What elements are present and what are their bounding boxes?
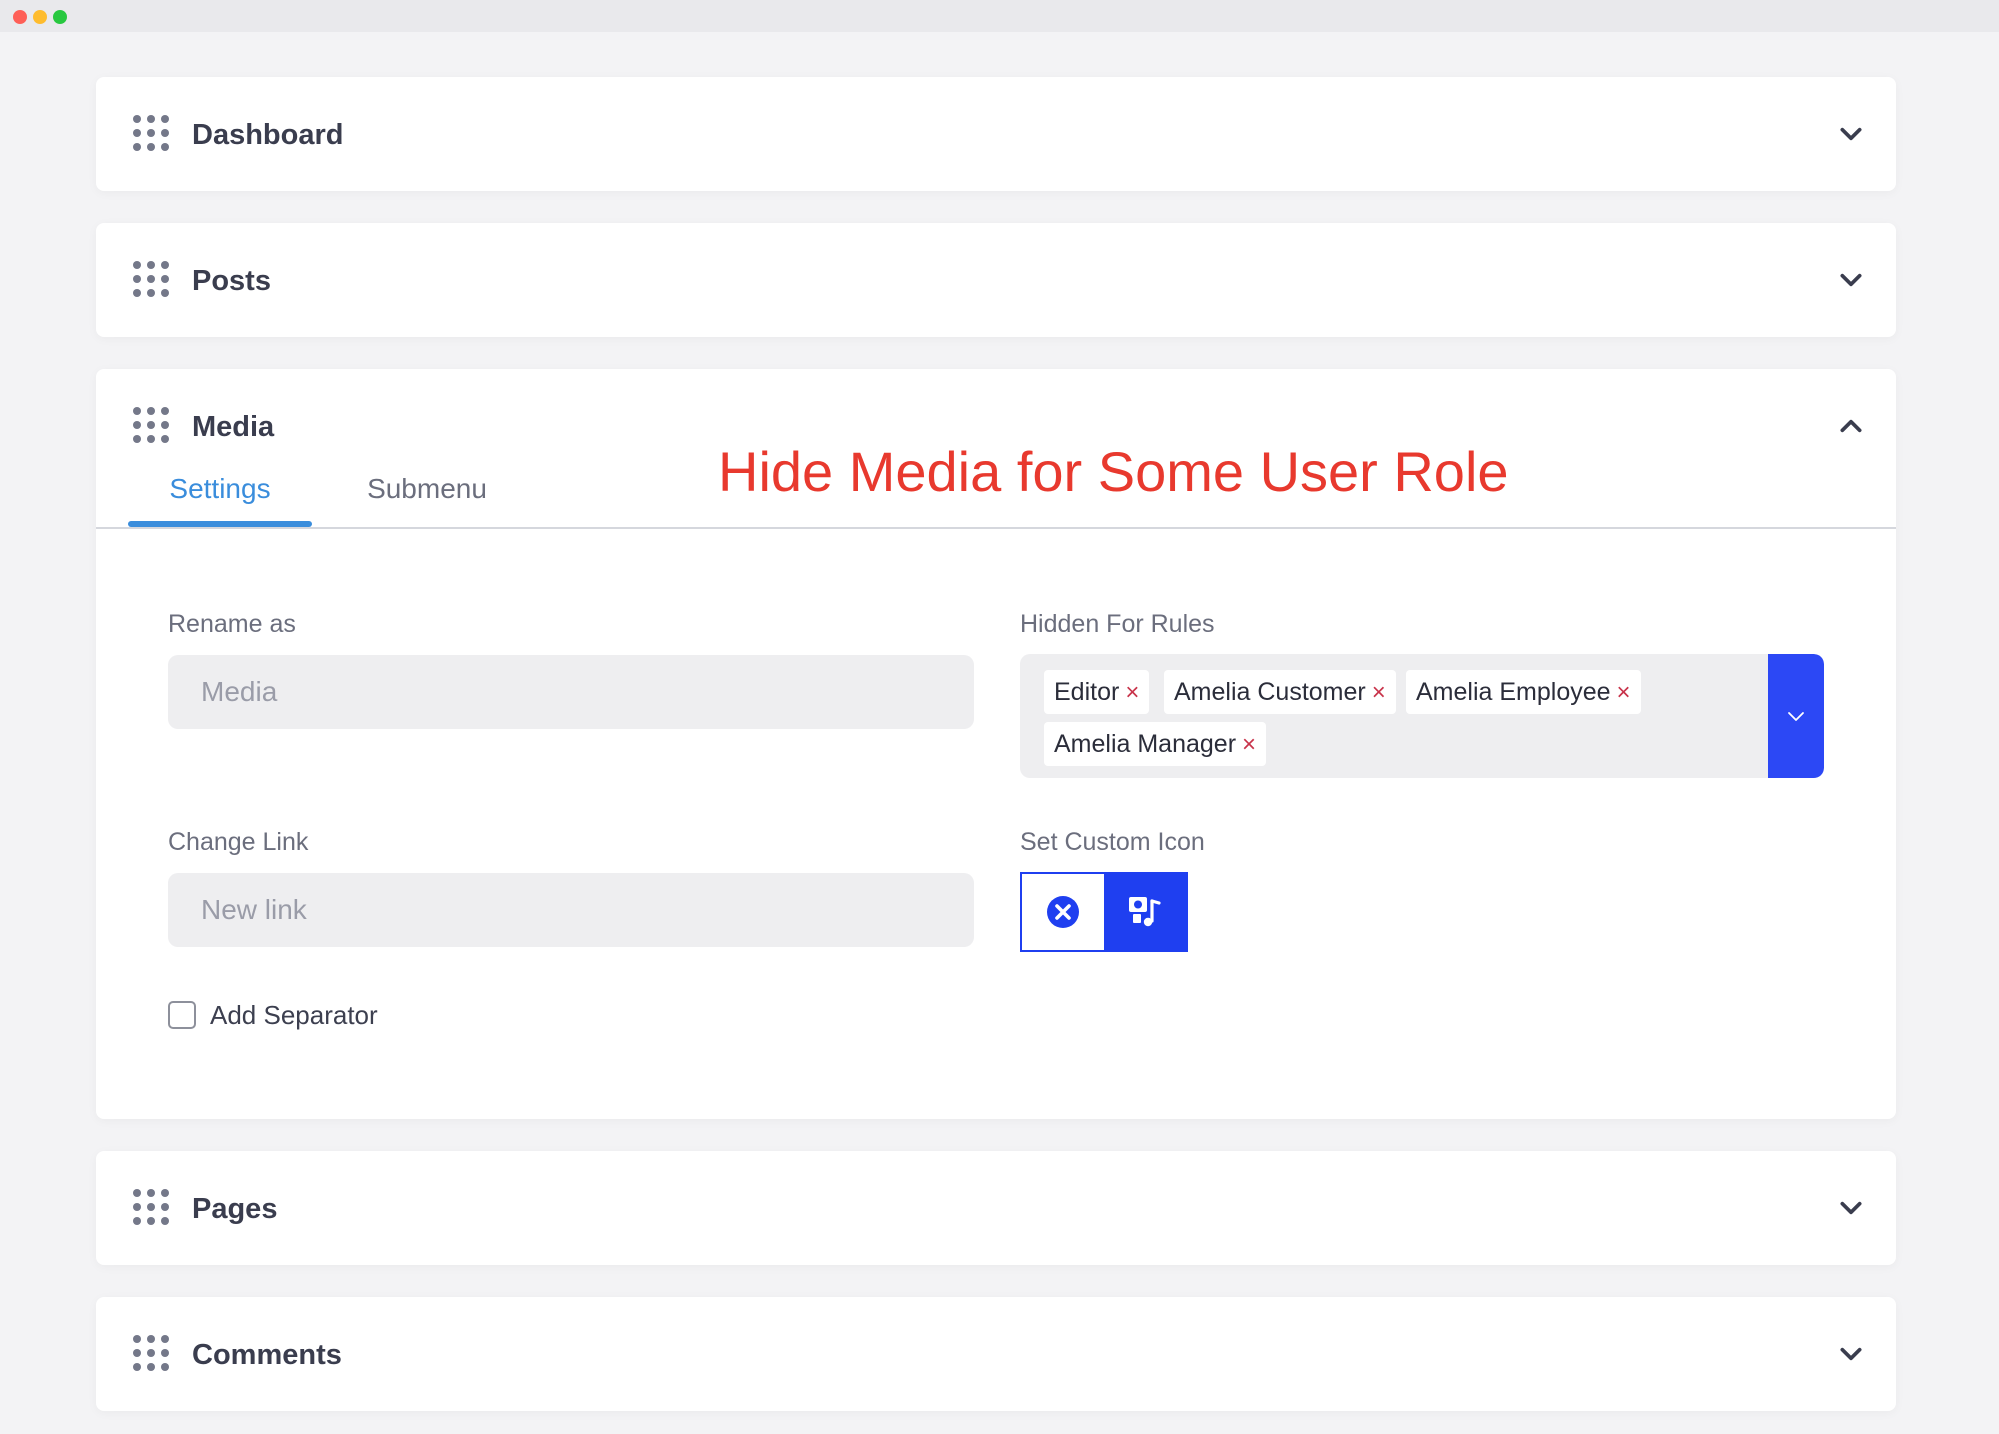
hidden-for-rules-label: Hidden For Rules: [1020, 610, 1215, 638]
window-maximize-button[interactable]: [53, 10, 67, 24]
panel-title: Dashboard: [192, 119, 344, 151]
rename-label: Rename as: [168, 610, 296, 638]
menu-item-panel-pages: Pages: [96, 1151, 1896, 1265]
role-tag-label: Editor: [1054, 678, 1120, 706]
chevron-down-icon[interactable]: [1838, 267, 1864, 293]
drag-handle-icon[interactable]: [133, 1335, 171, 1373]
remove-tag-icon[interactable]: ×: [1372, 679, 1386, 706]
rename-input[interactable]: [168, 655, 974, 729]
window-minimize-button[interactable]: [33, 10, 47, 24]
icon-picker-button[interactable]: [1104, 874, 1186, 950]
active-tab-indicator: [128, 521, 312, 527]
window-titlebar: [0, 0, 1999, 32]
custom-icon-control: [1020, 872, 1188, 952]
tab-submenu[interactable]: Submenu: [352, 461, 502, 529]
role-tag-label: Amelia Manager: [1054, 730, 1237, 758]
remove-tag-icon[interactable]: ×: [1617, 679, 1631, 706]
clear-icon-button[interactable]: [1022, 874, 1104, 950]
role-tag: Amelia Customer ×: [1164, 670, 1396, 714]
panel-title: Comments: [192, 1339, 342, 1371]
panel-header[interactable]: Dashboard: [96, 77, 1896, 191]
tab-settings[interactable]: Settings: [128, 461, 312, 529]
panel-title: Pages: [192, 1193, 278, 1225]
chevron-down-icon: [1788, 712, 1804, 721]
panel-header[interactable]: Pages: [96, 1151, 1896, 1265]
drag-handle-icon[interactable]: [133, 407, 171, 445]
chevron-down-icon[interactable]: [1838, 1195, 1864, 1221]
panel-header[interactable]: Posts: [96, 223, 1896, 337]
dropdown-toggle-button[interactable]: [1768, 654, 1824, 778]
menu-item-panel-dashboard: Dashboard: [96, 77, 1896, 191]
hidden-for-rules-select[interactable]: Editor × Amelia Customer × Amelia Employee…: [1020, 654, 1824, 778]
remove-tag-icon[interactable]: ×: [1242, 731, 1256, 758]
drag-handle-icon[interactable]: [133, 261, 171, 299]
chevron-up-icon[interactable]: [1838, 413, 1864, 439]
annotation-callout: Hide Media for Some User Role: [718, 440, 1509, 503]
drag-handle-icon[interactable]: [133, 1189, 171, 1227]
panel-title: Media: [192, 411, 275, 443]
clear-circle-icon: [1047, 896, 1079, 928]
change-link-input[interactable]: [168, 873, 974, 947]
chevron-down-icon[interactable]: [1838, 121, 1864, 147]
remove-tag-icon[interactable]: ×: [1125, 679, 1139, 706]
drag-handle-icon[interactable]: [133, 115, 171, 153]
role-tag-label: Amelia Employee: [1416, 678, 1611, 706]
panel-header[interactable]: Comments: [96, 1297, 1896, 1411]
panel-title: Posts: [192, 265, 271, 297]
menu-item-panel-comments: Comments: [96, 1297, 1896, 1411]
role-tag: Amelia Employee ×: [1406, 670, 1641, 714]
window-close-button[interactable]: [13, 10, 27, 24]
role-tag-label: Amelia Customer: [1174, 678, 1366, 706]
add-separator-label[interactable]: Add Separator: [210, 999, 378, 1031]
chevron-down-icon[interactable]: [1838, 1341, 1864, 1367]
role-tag: Amelia Manager ×: [1044, 722, 1267, 766]
custom-icon-label: Set Custom Icon: [1020, 828, 1205, 856]
menu-item-panel-posts: Posts: [96, 223, 1896, 337]
icon-picker-icon: [1129, 897, 1161, 927]
add-separator-checkbox[interactable]: [168, 1001, 196, 1029]
role-tag: Editor ×: [1044, 670, 1150, 714]
change-link-label: Change Link: [168, 828, 309, 856]
